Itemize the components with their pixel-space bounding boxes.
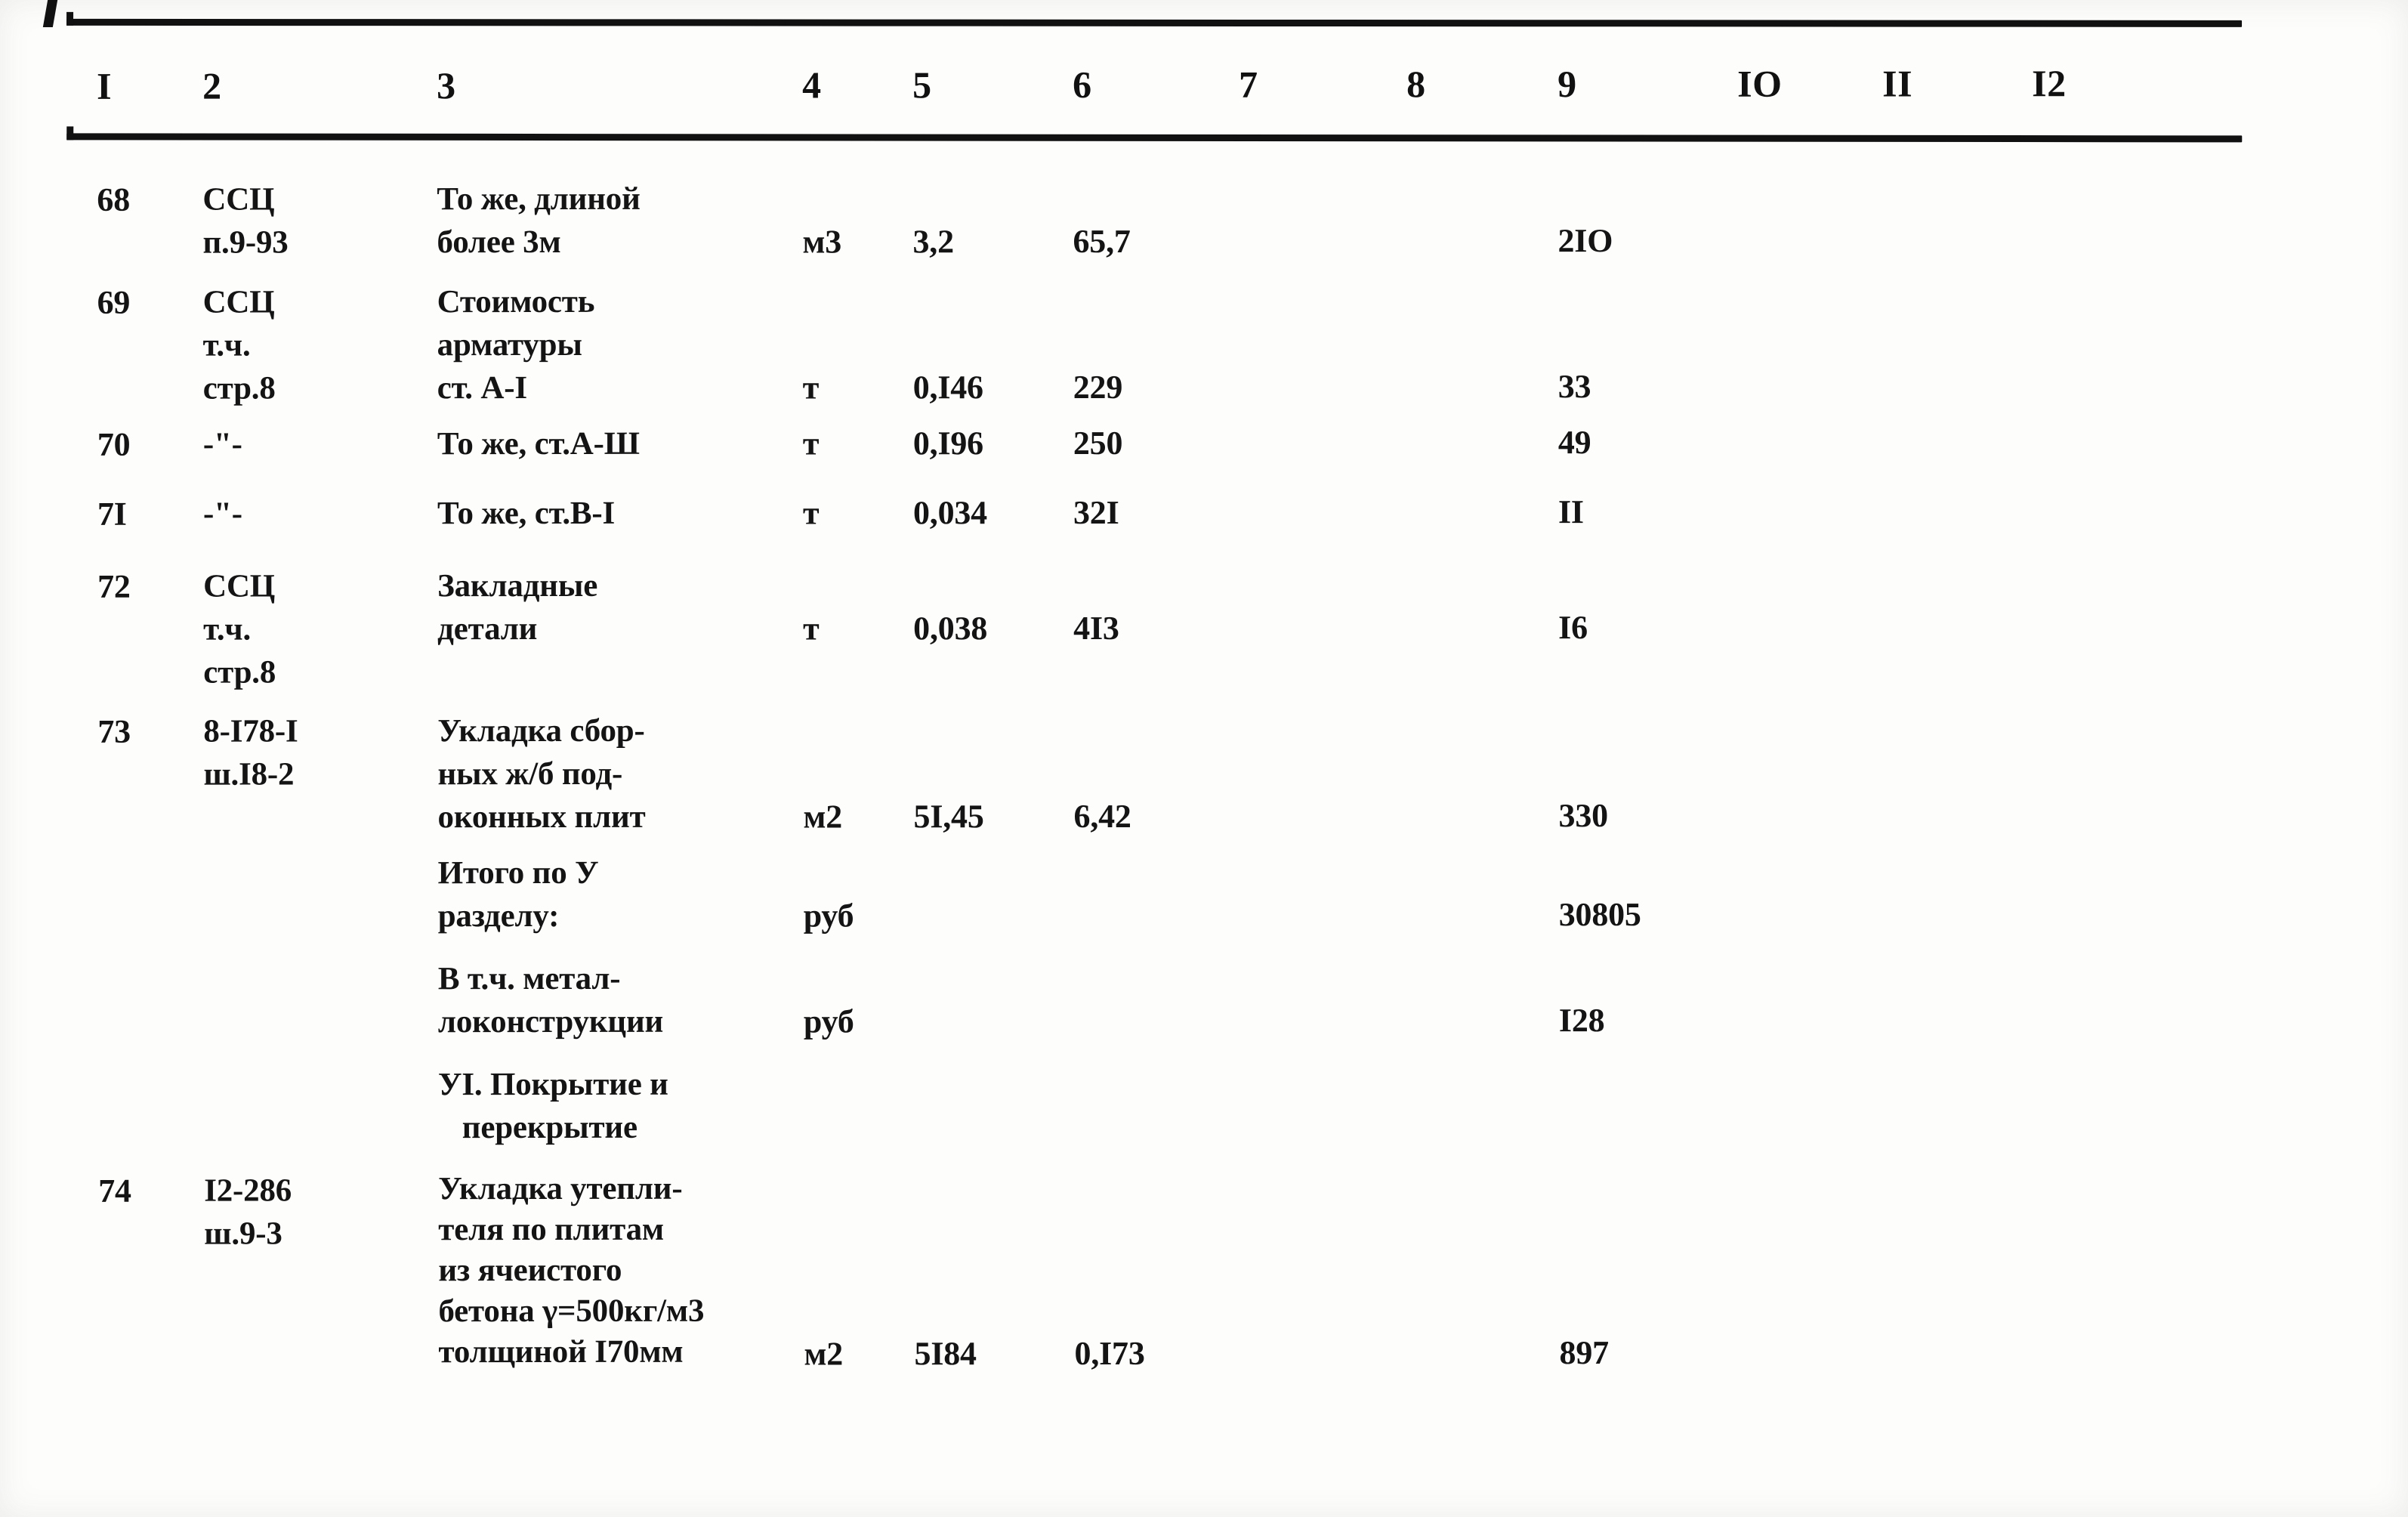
row-code: -"-	[202, 496, 242, 532]
row-qty: 5I,45	[913, 798, 984, 836]
section-heading-row: УI. Покрытие и перекрытие	[2, 1061, 2268, 1145]
column-header-4: 4	[802, 63, 822, 107]
row-code: -"-	[202, 426, 242, 462]
table-column-header-row: I 2 3 4 5 6 7 8 9 IO II I2	[0, 62, 2266, 121]
row-description: Закладные детали	[437, 567, 598, 647]
table-row: 74 I2-286 ш.9-3 Укладка утепли- теля по …	[2, 1166, 2268, 1373]
column-header-7: 7	[1239, 63, 1258, 106]
row-code: ССЦ п.9-93	[202, 181, 289, 261]
row-number: 68	[97, 181, 131, 218]
row-qty: 0,038	[913, 610, 988, 647]
column-header-11: II	[1882, 62, 1913, 105]
row-description: Укладка сбор- ных ж/б под- оконных плит	[437, 712, 646, 836]
estimate-table: I 2 3 4 5 6 7 8 9 IO II I2 68 ССЦ п.9-93…	[0, 0, 2268, 1517]
row-qty: 0,I96	[912, 425, 983, 462]
row-qty: 5I84	[914, 1335, 977, 1373]
table-row: 69 ССЦ т.ч. стр.8 Стоимость арматуры ст.…	[1, 278, 2267, 406]
document-page: I 2 3 4 5 6 7 8 9 IO II I2 68 ССЦ п.9-93…	[0, 0, 2408, 1517]
row-number: 70	[97, 425, 131, 463]
row-total: 2IO	[1557, 222, 1613, 260]
table-row: 7I -"- То же, ст.В-I т 0,034 32I II	[1, 490, 2267, 533]
section-heading: УI. Покрытие и перекрытие	[437, 1066, 668, 1146]
row-description: То же, ст.А-Ш	[437, 425, 640, 462]
subtotal-label: Итого по У разделу:	[437, 854, 599, 935]
table-row: 73 8-I78-I ш.I8-2 Укладка сбор- ных ж/б …	[1, 707, 2267, 836]
breakdown-unit: руб	[803, 1003, 854, 1040]
row-number: 73	[97, 712, 131, 750]
section-subtotal-row: Итого по У разделу: руб 30805	[2, 849, 2268, 935]
column-header-10: IO	[1737, 62, 1783, 105]
column-header-3: 3	[437, 64, 456, 107]
table-row: 72 ССЦ т.ч. стр.8 Закладные детали т 0,0…	[1, 562, 2267, 691]
column-header-12: I2	[2032, 62, 2067, 105]
column-header-9: 9	[1557, 63, 1577, 106]
table-row: 70 -"- То же, ст.А-Ш т 0,I96 250 49	[1, 420, 2267, 463]
table-top-rule	[66, 11, 2243, 27]
row-number: 72	[97, 567, 131, 605]
row-code: ССЦ т.ч. стр.8	[202, 284, 276, 406]
breakdown-label: В т.ч. метал- локонструкции	[437, 960, 664, 1040]
row-price: 6,42	[1073, 797, 1131, 836]
row-unit: т	[802, 425, 820, 462]
row-unit: м2	[804, 1335, 844, 1373]
row-total: I6	[1558, 609, 1588, 647]
row-number: 7I	[97, 495, 127, 533]
column-header-6: 6	[1073, 63, 1092, 107]
row-description: То же, длиной более 3м	[437, 181, 641, 261]
row-total: 33	[1557, 368, 1591, 406]
rule-left-tick-2	[66, 126, 74, 141]
row-number: 69	[97, 283, 131, 321]
row-description: То же, ст.В-I	[437, 495, 616, 532]
row-code: 8-I78-I ш.I8-2	[203, 713, 298, 792]
row-price: 65,7	[1073, 222, 1131, 261]
row-total: 330	[1558, 797, 1608, 835]
subtotal-total: 30805	[1558, 895, 1641, 934]
row-unit: м3	[802, 223, 842, 261]
row-total: II	[1557, 493, 1584, 531]
subtotal-breakdown-row: В т.ч. метал- локонструкции руб I28	[2, 955, 2268, 1040]
row-unit: м2	[803, 798, 843, 836]
row-code: I2-286 ш.9-3	[204, 1173, 292, 1252]
row-qty: 0,034	[912, 494, 987, 532]
page-margin-strip: 503 - 1-33.85 УП(I) - III -	[2264, 0, 2408, 1517]
row-price: 4I3	[1073, 609, 1119, 647]
row-price: 32I	[1073, 493, 1119, 532]
table-row: 68 ССЦ п.9-93 То же, длиной более 3м м3 …	[0, 175, 2266, 261]
row-price: 229	[1073, 368, 1123, 406]
table-header-separator-rule	[66, 126, 2243, 143]
row-description: Укладка утепли- теля по плитам из ячеист…	[438, 1170, 705, 1370]
row-unit: т	[802, 369, 820, 406]
row-total: 49	[1557, 424, 1591, 462]
subtotal-unit: руб	[803, 897, 854, 935]
row-qty: 0,I46	[912, 369, 983, 406]
row-unit: т	[803, 610, 820, 647]
breakdown-total: I28	[1558, 1002, 1605, 1040]
row-price: 250	[1073, 424, 1123, 462]
row-unit: т	[802, 494, 820, 532]
column-header-5: 5	[912, 63, 932, 107]
rule-left-tick	[66, 11, 74, 26]
column-header-2: 2	[202, 64, 222, 107]
row-total: 897	[1559, 1334, 1609, 1372]
column-header-1: I	[97, 64, 113, 107]
row-price: 0,I73	[1074, 1334, 1145, 1373]
row-qty: 3,2	[912, 223, 954, 261]
column-header-8: 8	[1406, 63, 1426, 106]
row-number: 74	[98, 1172, 131, 1210]
row-code: ССЦ т.ч. стр.8	[203, 568, 276, 691]
row-description: Стоимость арматуры ст. А-I	[437, 283, 595, 406]
